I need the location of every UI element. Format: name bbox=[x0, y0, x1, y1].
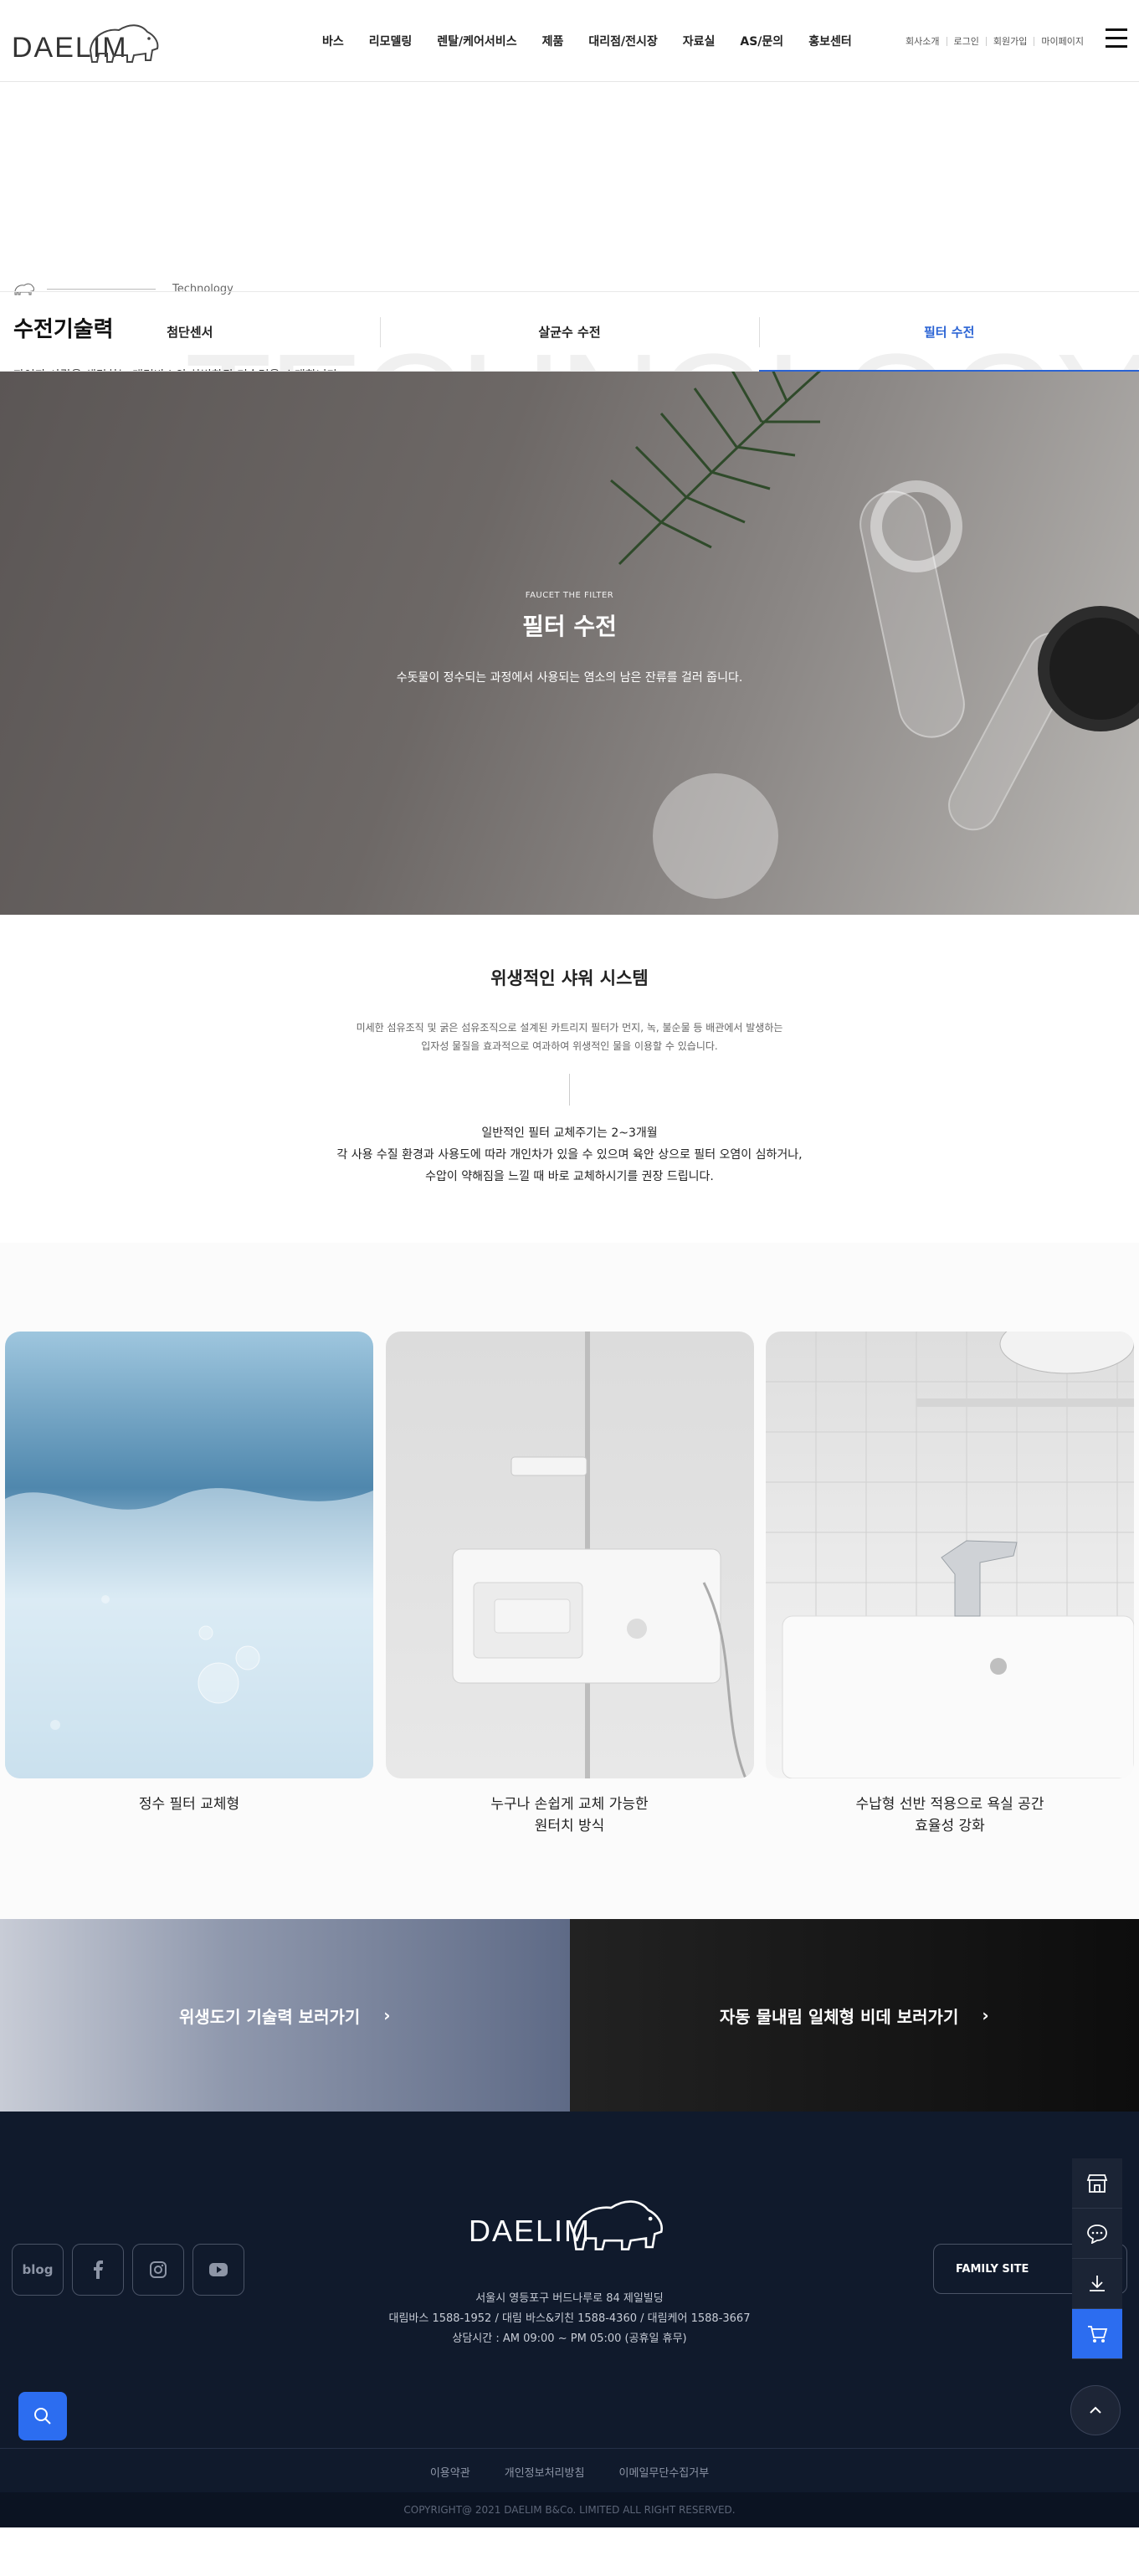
chevron-right-icon: › bbox=[383, 2005, 391, 2025]
divider bbox=[569, 1074, 570, 1106]
feature-card: 정수 필터 교체형 bbox=[5, 1332, 373, 1919]
notice-line: 수압이 약해짐을 느낄 때 바로 교체하시기를 권장 드립니다. bbox=[425, 1170, 714, 1183]
bidet-banner[interactable]: 자동 물내림 일체형 비데 보러가기 › bbox=[569, 1919, 1139, 2112]
scroll-top-icon[interactable] bbox=[1070, 2385, 1121, 2435]
tab-sterilizing-faucet[interactable]: 살균수 수전 bbox=[379, 292, 760, 371]
quick-menu bbox=[1072, 2158, 1122, 2359]
ceramics-tech-banner[interactable]: 위생도기 기술력 보러가기 › bbox=[0, 1919, 570, 2112]
polar-bear-logo-icon bbox=[89, 24, 159, 63]
tab-filter-faucet[interactable]: 필터 수전 bbox=[759, 292, 1139, 372]
shower-system-section: 위생적인 샤워 시스템 미세한 섬유조직 및 굵은 섬유조직으로 설계된 카트리… bbox=[0, 915, 1139, 1243]
card-label: 정수 필터 교체형 bbox=[5, 1793, 373, 1815]
chat-icon[interactable] bbox=[1072, 2209, 1122, 2259]
search-icon[interactable] bbox=[18, 2392, 67, 2440]
feature-card: 수납형 선반 적용으로 욕실 공간 효율성 강화 bbox=[766, 1332, 1134, 1919]
site-header: DAELIM 바스 리모델링 렌탈/케어서비스 제품 대리점/전시장 자료실 A… bbox=[0, 0, 1139, 82]
company-info: 서울시 영등포구 버드나루로 84 제일빌딩 대림바스 1588-1952 / … bbox=[0, 2289, 1139, 2349]
bathroom-sink-image bbox=[766, 1332, 1134, 1778]
faucet-knob-image bbox=[653, 773, 778, 899]
store-icon[interactable] bbox=[1072, 2158, 1122, 2209]
card-label: 수납형 선반 적용으로 욕실 공간 효율성 강화 bbox=[766, 1793, 1134, 1837]
nav-bath[interactable]: 바스 bbox=[310, 33, 357, 49]
nav-resources[interactable]: 자료실 bbox=[670, 33, 728, 49]
shower-shelf-image bbox=[385, 1332, 754, 1778]
nav-rental-care[interactable]: 렌탈/케어서비스 bbox=[424, 33, 529, 49]
youtube-icon[interactable] bbox=[192, 2244, 244, 2296]
nav-remodeling[interactable]: 리모델링 bbox=[357, 33, 425, 49]
download-icon[interactable] bbox=[1072, 2259, 1122, 2309]
nav-pr-center[interactable]: 홍보센터 bbox=[796, 33, 865, 49]
breadcrumb-line bbox=[47, 288, 156, 290]
site-footer: blog DAELIM FAMILY SITE 서울시 영등포구 버드나루로 8… bbox=[0, 2112, 1139, 2492]
description-line: 입자성 물질을 효과적으로 여과하여 위생적인 물을 이용할 수 있습니다. bbox=[421, 1040, 718, 1052]
polar-bear-logo-icon bbox=[572, 2200, 663, 2250]
section-description: 미세한 섬유조직 및 굵은 섬유조직으로 설계된 카트리지 필터가 먼지, 녹,… bbox=[0, 1019, 1139, 1055]
nav-as-inquiry[interactable]: AS/문의 bbox=[727, 33, 796, 49]
card-label-line: 정수 필터 교체형 bbox=[138, 1796, 240, 1813]
copyright: COPYRIGHT@ 2021 DAELIM B&Co. LIMITED ALL… bbox=[0, 2492, 1139, 2527]
menu-icon[interactable] bbox=[1106, 28, 1127, 49]
util-company[interactable]: 회사소개 bbox=[899, 37, 946, 46]
instagram-icon[interactable] bbox=[132, 2244, 184, 2296]
tab-advanced-sensor[interactable]: 첨단센서 bbox=[0, 292, 380, 371]
nav-products[interactable]: 제품 bbox=[530, 33, 577, 49]
sns-links: blog bbox=[12, 2244, 244, 2296]
section-title: 위생적인 샤워 시스템 bbox=[490, 968, 649, 988]
company-address: 서울시 영등포구 버드나루로 84 제일빌딩 bbox=[475, 2292, 664, 2305]
feature-card: 누구나 손쉽게 교체 가능한 원터치 방식 bbox=[385, 1332, 754, 1919]
filter-cycle-notice: 일반적인 필터 교체주기는 2~3개월 각 사용 수질 환경과 사용도에 따라 … bbox=[0, 1122, 1139, 1188]
util-mypage[interactable]: 마이페이지 bbox=[1034, 36, 1090, 46]
email-policy-link[interactable]: 이메일무단수집거부 bbox=[619, 2467, 710, 2480]
card-label-line: 수납형 선반 적용으로 욕실 공간 bbox=[855, 1796, 1044, 1813]
main-nav: 바스 리모델링 렌탈/케어서비스 제품 대리점/전시장 자료실 AS/문의 홍보… bbox=[310, 0, 865, 82]
util-login[interactable]: 로그인 bbox=[946, 36, 986, 46]
card-label-line: 효율성 강화 bbox=[915, 1818, 985, 1835]
terms-link[interactable]: 이용약관 bbox=[430, 2467, 470, 2480]
banner-label: 위생도기 기술력 보러가기 bbox=[178, 2006, 361, 2027]
privacy-link[interactable]: 개인정보처리방침 bbox=[505, 2467, 585, 2480]
chevron-right-icon: › bbox=[982, 2005, 989, 2025]
banner-label: 자동 물내림 일체형 비데 보러가기 bbox=[719, 2006, 959, 2027]
hero-subtitle: FAUCET THE FILTER bbox=[525, 591, 614, 600]
hero-title: 필터 수전 bbox=[522, 613, 617, 640]
card-label: 누구나 손쉽게 교체 가능한 원터치 방식 bbox=[386, 1793, 754, 1837]
notice-line: 일반적인 필터 교체주기는 2~3개월 bbox=[481, 1126, 658, 1140]
card-label-line: 원터치 방식 bbox=[534, 1818, 605, 1835]
facebook-icon[interactable] bbox=[72, 2244, 124, 2296]
link-banners: 위생도기 기술력 보러가기 › 자동 물내림 일체형 비데 보러가기 › bbox=[0, 1919, 1139, 2112]
nav-dealers[interactable]: 대리점/전시장 bbox=[576, 33, 670, 49]
notice-line: 각 사용 수질 환경과 사용도에 따라 개인차가 있을 수 있으며 육안 상으로… bbox=[336, 1148, 803, 1162]
utility-links: 회사소개 로그인 회원가입 마이페이지 bbox=[899, 0, 1090, 82]
footer-logo: DAELIM bbox=[469, 2189, 678, 2255]
feature-cards: 정수 필터 교체형 누구나 손쉽게 교체 가능한 원터치 방식 수납형 선반 적… bbox=[0, 1243, 1139, 1919]
hero-description: 수돗물이 정수되는 과정에서 사용되는 염소의 남은 잔류를 걸러 줍니다. bbox=[396, 671, 743, 685]
hero-banner: FAUCET THE FILTER 필터 수전 수돗물이 정수되는 과정에서 사… bbox=[0, 372, 1139, 915]
water-bubbles-image bbox=[5, 1332, 373, 1778]
company-phones: 대림바스 1588-1952 / 대림 바스&키친 1588-4360 / 대림… bbox=[388, 2312, 751, 2325]
daelim-logo[interactable]: DAELIM bbox=[12, 17, 162, 65]
util-signup[interactable]: 회원가입 bbox=[985, 36, 1034, 46]
hero-content: FAUCET THE FILTER 필터 수전 수돗물이 정수되는 과정에서 사… bbox=[0, 591, 1139, 685]
blog-icon[interactable]: blog bbox=[12, 2244, 64, 2296]
tech-tabs: 첨단센서 살균수 수전 필터 수전 bbox=[0, 291, 1139, 372]
palm-leaf-image bbox=[610, 372, 822, 566]
consult-hours: 상담시간 : AM 09:00 ~ PM 05:00 (공휴일 휴무) bbox=[452, 2332, 687, 2345]
description-line: 미세한 섬유조직 및 굵은 섬유조직으로 설계된 카트리지 필터가 먼지, 녹,… bbox=[356, 1022, 783, 1034]
cart-icon[interactable] bbox=[1072, 2309, 1122, 2359]
card-label-line: 누구나 손쉽게 교체 가능한 bbox=[490, 1796, 649, 1813]
footer-links: 이용약관 개인정보처리방침 이메일무단수집거부 bbox=[0, 2448, 1139, 2480]
